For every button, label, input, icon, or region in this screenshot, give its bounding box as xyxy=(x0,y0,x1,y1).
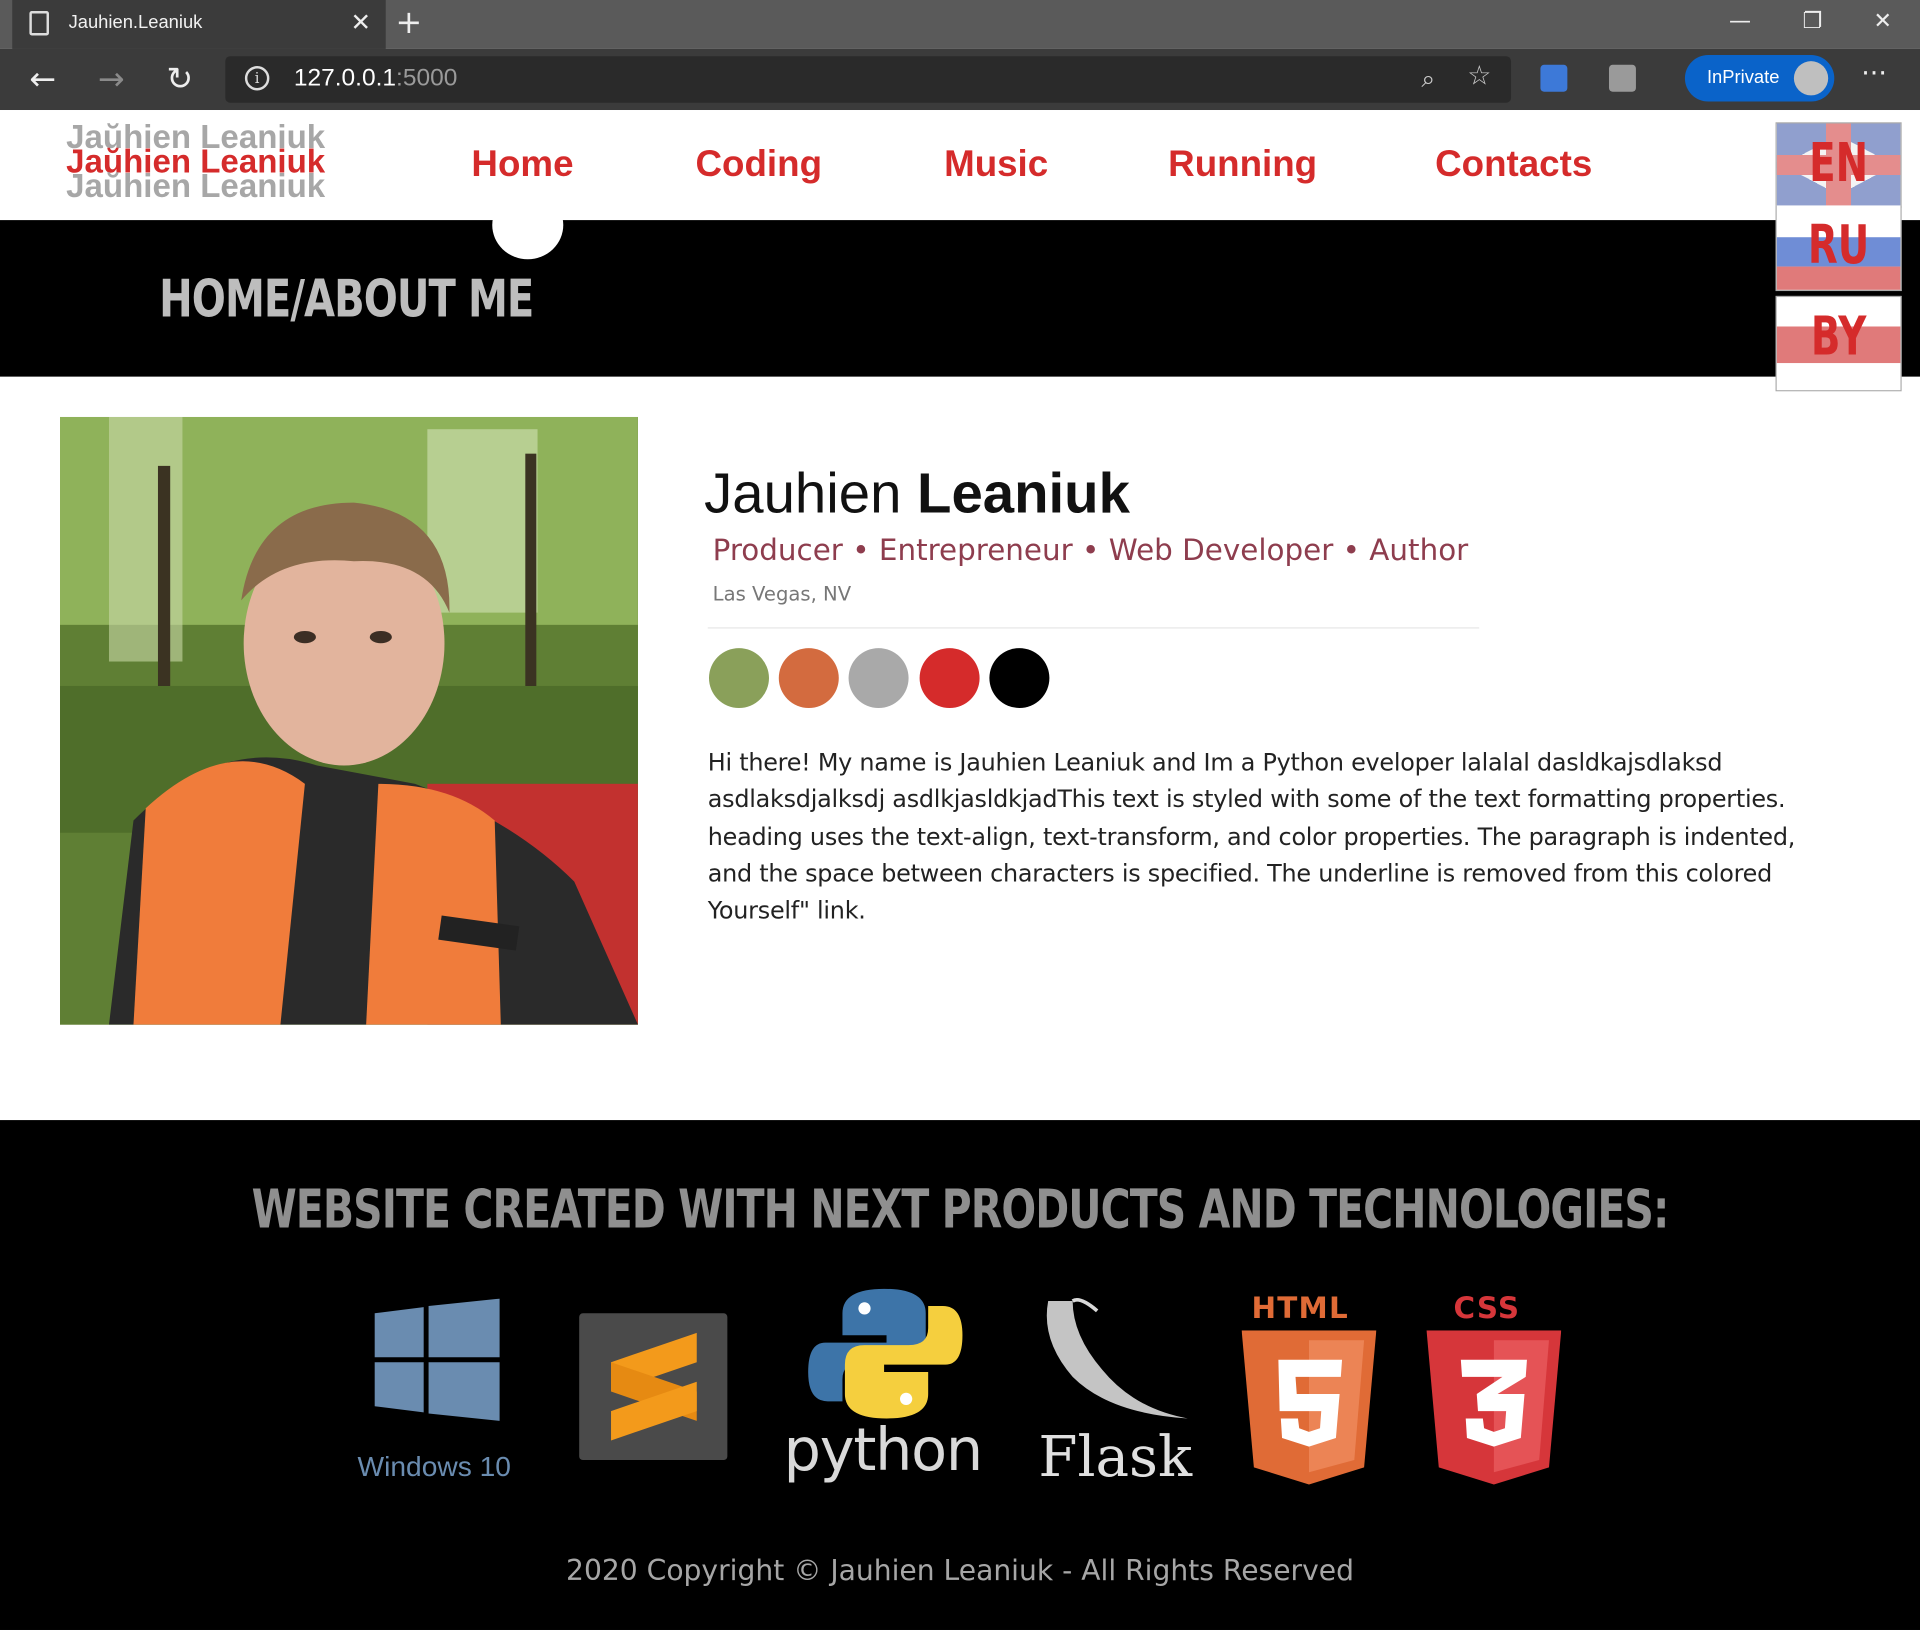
profile-avatar-icon xyxy=(1793,61,1829,96)
profile-name: Jauhien Leaniuk xyxy=(704,460,1130,525)
nav-contacts[interactable]: Contacts xyxy=(1435,144,1592,186)
language-by-button[interactable]: BY xyxy=(1775,295,1902,392)
back-arrow-icon[interactable]: ← xyxy=(29,61,56,98)
url-text: 127.0.0.1:5000 xyxy=(293,64,458,92)
nav-coding[interactable]: Coding xyxy=(696,144,823,186)
color-swatch-red xyxy=(919,648,980,709)
python-logo: python xyxy=(784,1286,987,1494)
windows-logo: Windows 10 xyxy=(355,1298,529,1482)
document-icon xyxy=(29,11,49,36)
profile-location: Las Vegas, NV xyxy=(712,582,852,606)
tab-title: Jauhien.Leaniuk xyxy=(68,12,203,34)
site-footer: WEBSITE CREATED WITH NEXT PRODUCTS AND T… xyxy=(0,1120,1920,1630)
copyright-text: 2020 Copyright © Jauhien Leaniuk - All R… xyxy=(566,1555,1354,1588)
browser-tab-strip: Jauhien.Leaniuk ✕ + — ❐ ✕ xyxy=(0,0,1920,49)
nav-music[interactable]: Music xyxy=(944,144,1048,186)
language-en-button[interactable]: EN xyxy=(1775,122,1902,208)
color-swatch-gray xyxy=(848,648,909,709)
python-label: python xyxy=(783,1416,983,1485)
close-tab-icon[interactable]: ✕ xyxy=(350,10,371,34)
new-tab-icon[interactable]: + xyxy=(396,5,423,42)
forward-arrow-icon[interactable]: → xyxy=(98,61,125,98)
html5-logo: HTML xyxy=(1241,1291,1377,1487)
profile-roles: Producer • Entrepreneur • Web Developer … xyxy=(712,533,1469,568)
inprivate-badge[interactable]: InPrivate xyxy=(1684,55,1835,102)
zoom-icon[interactable]: ⌕ xyxy=(1421,64,1435,93)
windows-label: Windows 10 xyxy=(357,1450,511,1483)
extension-icon[interactable] xyxy=(1608,64,1636,92)
divider xyxy=(707,627,1480,629)
more-menu-icon[interactable]: ··· xyxy=(1861,59,1887,90)
sublime-text-logo xyxy=(579,1313,728,1461)
css3-logo: CSS xyxy=(1426,1291,1562,1487)
css-label: CSS xyxy=(1453,1291,1521,1326)
footer-title: WEBSITE CREATED WITH NEXT PRODUCTS AND T… xyxy=(251,1178,1670,1242)
address-toolbar: ← → ↻ i 127.0.0.1:5000 ⌕ ☆ InPrivate ··· xyxy=(0,48,1920,111)
language-ru-button[interactable]: RU xyxy=(1775,205,1902,292)
profile-photo xyxy=(60,416,638,1025)
html-label: HTML xyxy=(1251,1291,1349,1326)
color-swatch-orange xyxy=(778,648,839,709)
color-swatch-black xyxy=(989,648,1050,709)
nav-home[interactable]: Home xyxy=(471,144,573,186)
minimize-icon[interactable]: — xyxy=(1729,7,1751,36)
flask-label: Flask xyxy=(1038,1423,1193,1490)
restore-icon[interactable]: ❐ xyxy=(1802,7,1822,36)
color-swatch-green xyxy=(708,648,769,709)
site-logo[interactable]: Jaŭhien Leaniuk Jaŭhien Leaniuk Jaŭhien … xyxy=(66,120,325,202)
translate-extension-icon[interactable] xyxy=(1540,64,1568,92)
address-bar[interactable]: i 127.0.0.1:5000 ⌕ ☆ xyxy=(225,56,1512,103)
site-header: Jaŭhien Leaniuk Jaŭhien Leaniuk Jaŭhien … xyxy=(0,110,1920,221)
page-heading-band: HOME/ABOUT ME xyxy=(0,220,1920,377)
favorite-star-icon[interactable]: ☆ xyxy=(1467,61,1491,92)
flask-logo: Flask xyxy=(1036,1291,1195,1499)
profile-bio: Hi there! My name is Jauhien Leaniuk and… xyxy=(707,748,1796,925)
site-info-icon[interactable]: i xyxy=(244,66,270,91)
active-nav-indicator xyxy=(492,190,564,260)
browser-tab[interactable]: Jauhien.Leaniuk ✕ xyxy=(12,0,386,49)
close-window-icon[interactable]: ✕ xyxy=(1873,7,1891,36)
refresh-icon[interactable]: ↻ xyxy=(167,61,194,98)
page-title: HOME/ABOUT ME xyxy=(159,269,534,329)
nav-running[interactable]: Running xyxy=(1168,144,1317,186)
